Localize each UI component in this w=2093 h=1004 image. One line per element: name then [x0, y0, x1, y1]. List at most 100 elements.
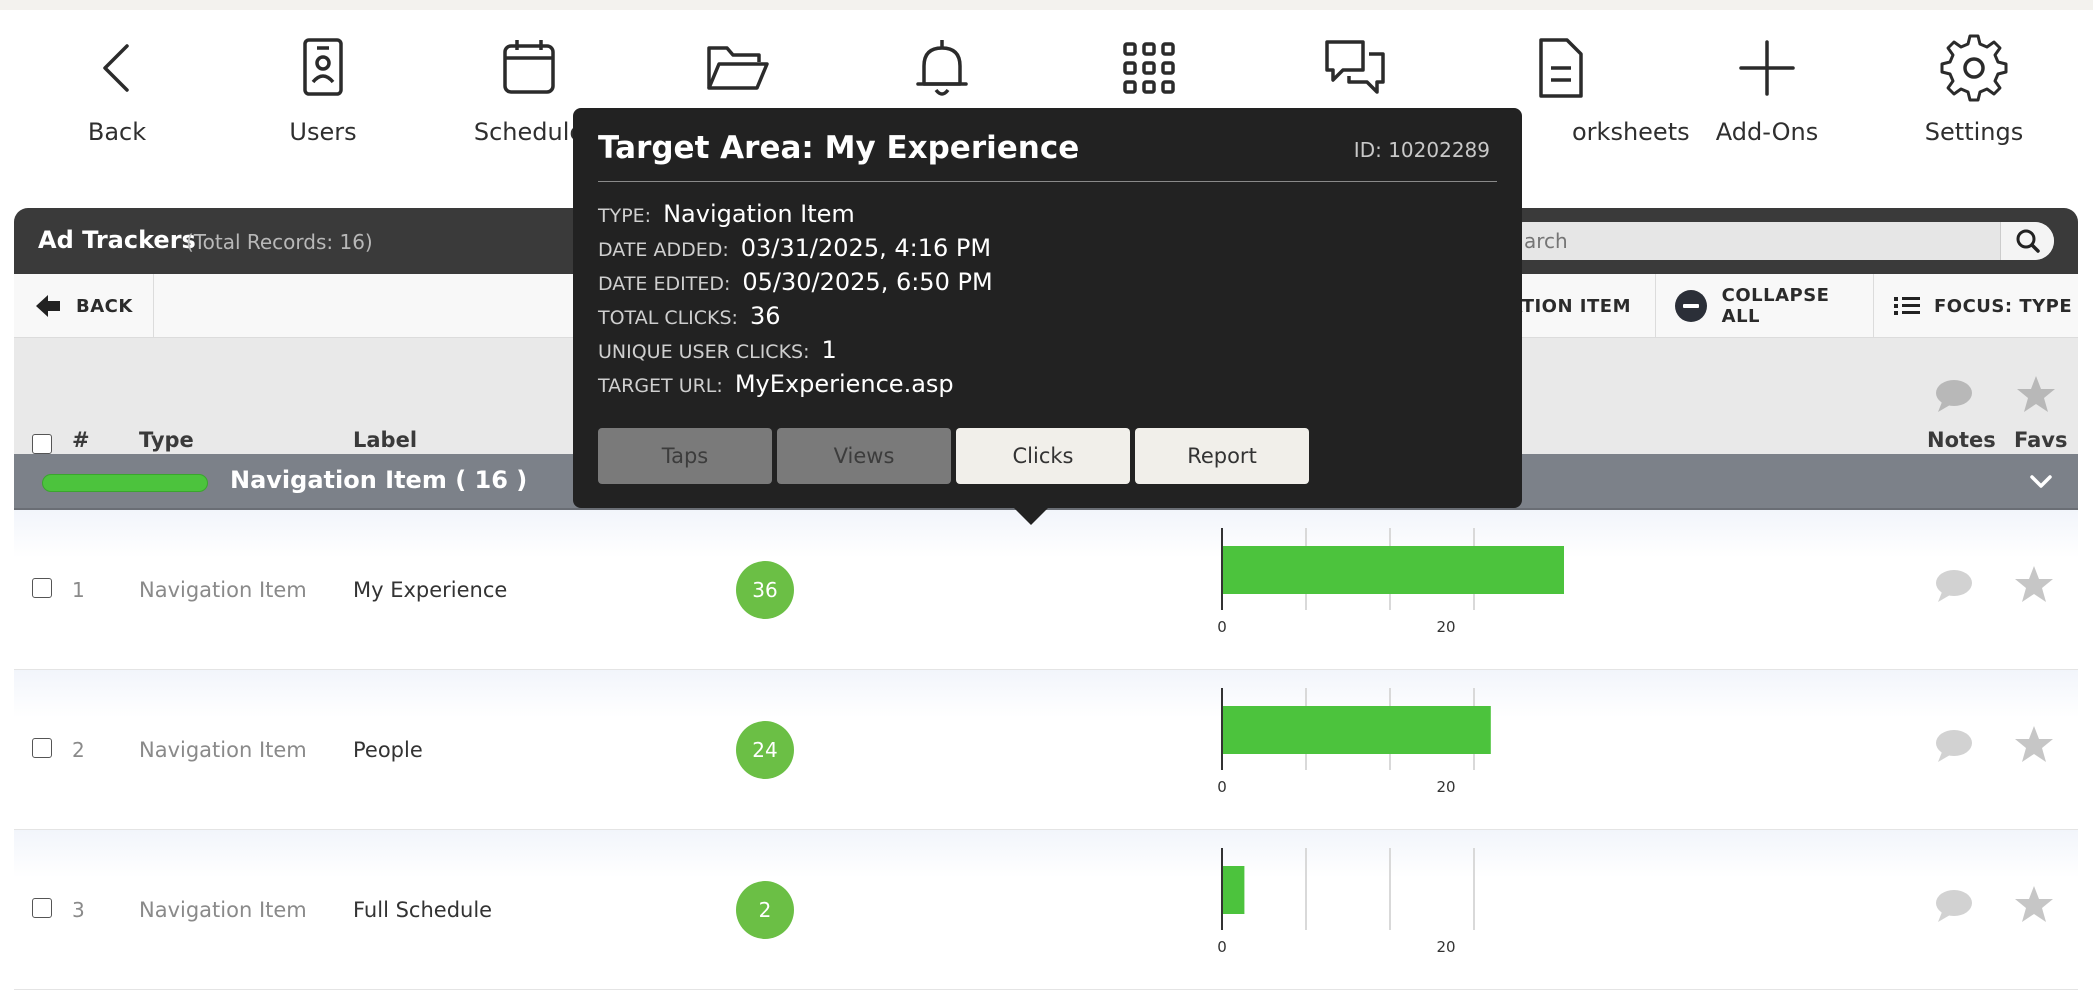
search-button[interactable] [2000, 222, 2054, 260]
toolbar-apps[interactable] [1064, 28, 1234, 108]
field-value: 05/30/2025, 6:50 PM [742, 268, 993, 296]
toolbar-notifications[interactable] [857, 28, 1027, 108]
field-value: Navigation Item [663, 200, 855, 228]
table-row[interactable]: 2 Navigation Item People 24 0 20 [14, 670, 2078, 830]
toolbar-users-label: Users [289, 118, 357, 146]
toolbar-messages[interactable] [1270, 28, 1440, 108]
click-count-badge: 2 [736, 881, 794, 939]
document-icon [1539, 38, 1583, 98]
field-key: TYPE: [598, 205, 652, 227]
chart-tick-label: 0 [1217, 618, 1227, 636]
row-number: 1 [72, 578, 85, 602]
list-icon [1894, 297, 1920, 315]
col-label: Label [353, 428, 418, 452]
chevron-down-icon[interactable] [2028, 468, 2054, 494]
toolbar-settings-label: Settings [1924, 118, 2024, 146]
field-value: 1 [821, 336, 837, 364]
row-checkbox[interactable] [32, 898, 52, 918]
chart-tick-label: 0 [1217, 938, 1227, 956]
col-type: Type [139, 428, 194, 452]
search-box [1504, 222, 2054, 260]
chart-tick-label: 20 [1436, 778, 1455, 796]
table-row[interactable]: 3 Navigation Item Full Schedule 2 0 20 [14, 830, 2078, 990]
row-label: My Experience [353, 578, 508, 602]
group-title: Navigation Item ( 16 ) [230, 466, 528, 494]
toolbar-addons[interactable]: Add-Ons [1682, 28, 1852, 146]
panel-title: Ad Trackers [38, 226, 196, 254]
click-count-badge: 24 [736, 721, 794, 779]
search-input[interactable] [1504, 222, 1994, 260]
group-color-pill [42, 474, 208, 492]
back-button[interactable]: BACK [14, 274, 154, 338]
star-icon[interactable] [2014, 724, 2054, 764]
total-records: (Total Records: 16) [186, 230, 373, 254]
row-bar-chart: 0 20 [1217, 688, 1491, 796]
chat-bubbles-icon [1325, 40, 1385, 94]
click-count-badge: 36 [736, 561, 794, 619]
chart-bar [1222, 546, 1564, 594]
comment-icon[interactable] [1934, 888, 1974, 924]
plus-icon [1739, 40, 1795, 96]
row-checkbox[interactable] [32, 578, 52, 598]
arrow-left-icon [36, 295, 60, 317]
field-value: 03/31/2025, 4:16 PM [740, 234, 992, 262]
tooltip-field-unique-clicks: UNIQUE USER CLICKS: 1 [598, 336, 837, 364]
field-value: 36 [749, 302, 781, 330]
col-num: # [72, 428, 90, 452]
toolbar-back[interactable]: Back [32, 28, 202, 146]
tooltip-divider [598, 181, 1497, 182]
id-badge-icon [303, 38, 343, 96]
row-label: Full Schedule [353, 898, 493, 922]
field-key: TARGET URL: [598, 375, 723, 397]
notes-header-icon [1936, 380, 1972, 412]
row-number: 2 [72, 738, 85, 762]
star-header-icon [2017, 376, 2055, 412]
star-icon[interactable] [2014, 884, 2054, 924]
table-row[interactable]: 1 Navigation Item My Experience 36 0 20 [14, 510, 2078, 670]
toolbar-back-label: Back [87, 118, 147, 146]
select-all-checkbox[interactable] [32, 434, 52, 454]
report-button[interactable]: Report [1135, 428, 1309, 484]
gear-icon [1940, 34, 2008, 102]
tooltip-arrow [1013, 507, 1049, 525]
tooltip-field-type: TYPE: Navigation Item [598, 200, 855, 228]
field-key: UNIQUE USER CLICKS: [598, 341, 810, 363]
minus-circle-icon [1675, 290, 1707, 322]
row-bar-chart: 0 20 [1217, 848, 1475, 956]
chart-tick-label: 20 [1436, 938, 1455, 956]
tooltip-field-total-clicks: TOTAL CLICKS: 36 [598, 302, 781, 330]
chevron-left-icon [103, 44, 129, 92]
focus-type-label: FOCUS: TYPE [1934, 295, 2073, 317]
top-strip [0, 0, 2093, 10]
row-bar-chart: 0 20 [1217, 528, 1564, 636]
row-type: Navigation Item [139, 898, 307, 922]
col-favs: Favs [2014, 428, 2068, 452]
chart-tick-label: 0 [1217, 778, 1227, 796]
grid-icon [1123, 42, 1175, 94]
search-icon [2016, 229, 2040, 253]
row-checkbox[interactable] [32, 738, 52, 758]
target-area-tooltip: Target Area: My Experience ID: 10202289 … [573, 108, 1522, 525]
taps-button[interactable]: Taps [598, 428, 772, 484]
tooltip-id: ID: 10202289 [1353, 138, 1490, 162]
chart-tick-label: 20 [1436, 618, 1455, 636]
collapse-all-button[interactable]: COLLAPSE ALL [1656, 274, 1874, 338]
field-key: TOTAL CLICKS: [598, 307, 738, 329]
collapse-all-label: COLLAPSE ALL [1721, 285, 1830, 327]
comment-icon[interactable] [1934, 568, 1974, 604]
clicks-button[interactable]: Clicks [956, 428, 1130, 484]
toolbar-files[interactable] [652, 28, 822, 108]
col-notes: Notes [1927, 428, 1996, 452]
comment-icon[interactable] [1934, 728, 1974, 764]
views-button[interactable]: Views [777, 428, 951, 484]
focus-type-button[interactable]: FOCUS: TYPE [1874, 274, 2078, 338]
row-type: Navigation Item [139, 738, 307, 762]
toolbar-addons-label: Add-Ons [1715, 118, 1819, 146]
row-label: People [353, 738, 423, 762]
tooltip-field-date-edited: DATE EDITED: 05/30/2025, 6:50 PM [598, 268, 993, 296]
tooltip-field-date-added: DATE ADDED: 03/31/2025, 4:16 PM [598, 234, 991, 262]
toolbar-users[interactable]: Users [238, 28, 408, 146]
toolbar-settings[interactable]: Settings [1889, 28, 2059, 146]
star-icon[interactable] [2014, 564, 2054, 604]
tooltip-title: Target Area: My Experience [598, 130, 1080, 166]
